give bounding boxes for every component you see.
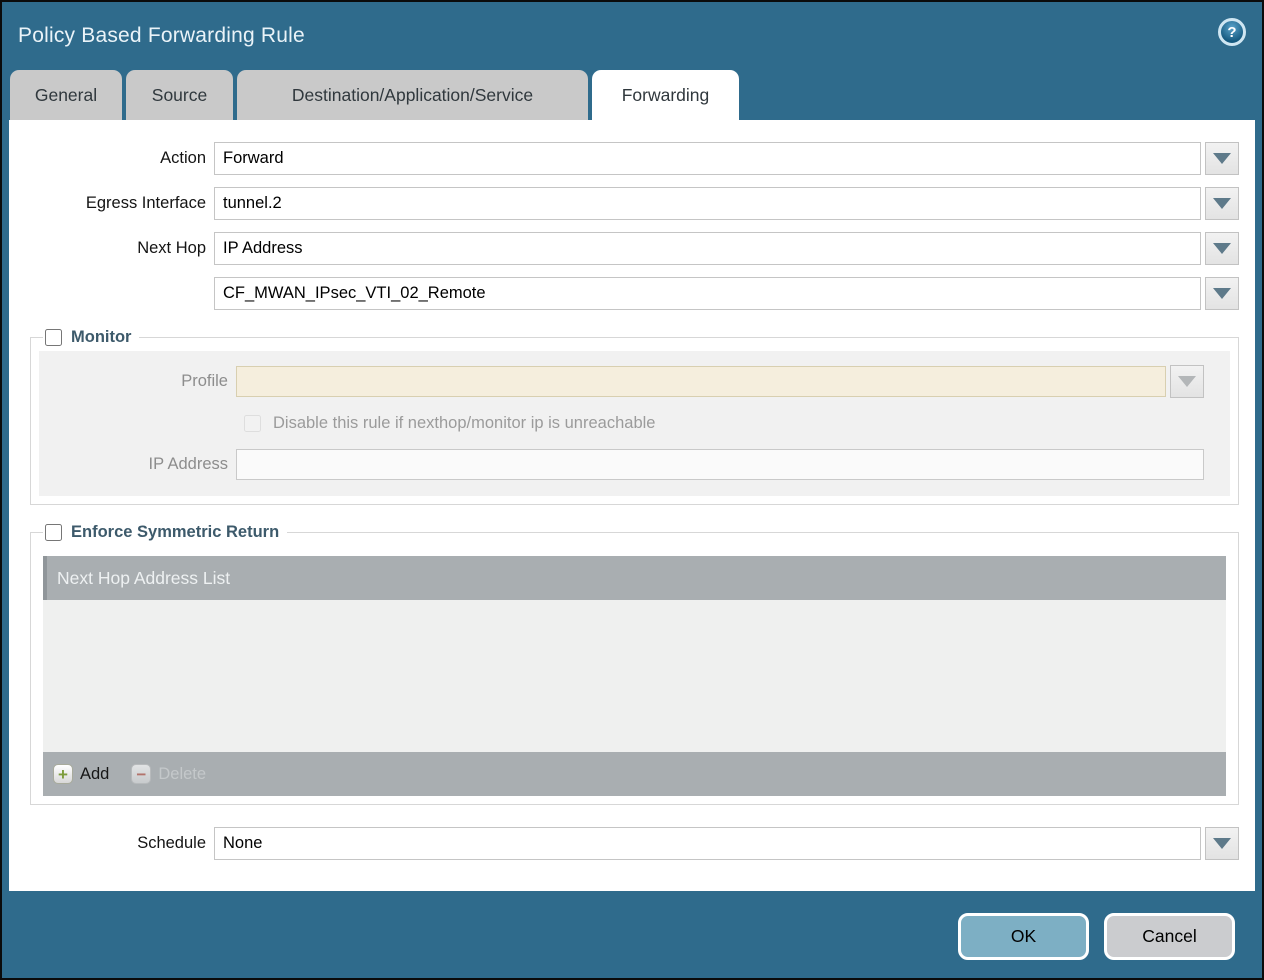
monitor-group: Monitor Profile Disable this rule if nex…	[30, 328, 1239, 505]
table-footer: + Add − Delete	[43, 752, 1226, 796]
cancel-button[interactable]: Cancel	[1104, 913, 1235, 960]
ok-button[interactable]: OK	[958, 913, 1089, 960]
next-hop-address-table: Next Hop Address List + Add − Delete	[43, 556, 1226, 796]
add-button[interactable]: + Add	[53, 764, 109, 784]
delete-button: − Delete	[131, 764, 206, 784]
table-body-empty[interactable]	[43, 600, 1226, 752]
egress-interface-input[interactable]	[214, 187, 1201, 220]
chevron-down-icon	[1213, 288, 1231, 299]
policy-based-forwarding-rule-dialog: Policy Based Forwarding Rule ? General S…	[0, 0, 1264, 980]
help-icon[interactable]: ?	[1218, 18, 1246, 46]
disable-rule-checkbox	[244, 415, 261, 432]
profile-input	[236, 366, 1166, 397]
dialog-titlebar: Policy Based Forwarding Rule ?	[2, 2, 1262, 70]
action-row: Action	[9, 142, 1255, 175]
monitor-checkbox[interactable]	[45, 329, 62, 346]
next-hop-address-dropdown-button[interactable]	[1205, 277, 1239, 310]
plus-icon: +	[53, 764, 73, 784]
dialog-footer: OK Cancel	[2, 891, 1262, 978]
disable-rule-label: Disable this rule if nexthop/monitor ip …	[273, 414, 655, 433]
next-hop-label: Next Hop	[9, 239, 214, 258]
tab-source[interactable]: Source	[126, 70, 233, 120]
forwarding-tab-panel: Action Egress Interface Next Hop	[9, 120, 1255, 891]
tab-general[interactable]: General	[10, 70, 122, 120]
next-hop-address-input[interactable]	[214, 277, 1201, 310]
chevron-down-icon	[1213, 243, 1231, 254]
monitor-ip-row: IP Address	[39, 449, 1220, 480]
action-label: Action	[9, 149, 214, 168]
schedule-dropdown-button[interactable]	[1205, 827, 1239, 860]
next-hop-type-input[interactable]	[214, 232, 1201, 265]
monitor-panel: Profile Disable this rule if nexthop/mon…	[39, 351, 1230, 496]
egress-interface-label: Egress Interface	[9, 194, 214, 213]
tab-destination-application-service[interactable]: Destination/Application/Service	[237, 70, 588, 120]
enforce-symmetric-return-checkbox[interactable]	[45, 524, 62, 541]
schedule-label: Schedule	[9, 834, 214, 853]
profile-row: Profile	[39, 365, 1220, 398]
enforce-symmetric-return-group: Enforce Symmetric Return Next Hop Addres…	[30, 523, 1239, 805]
next-hop-address-row	[9, 277, 1255, 310]
table-header: Next Hop Address List	[43, 556, 1226, 600]
egress-interface-dropdown-button[interactable]	[1205, 187, 1239, 220]
tab-bar: General Source Destination/Application/S…	[2, 70, 1262, 120]
schedule-row: Schedule	[9, 827, 1255, 860]
monitor-ip-input	[236, 449, 1204, 480]
enforce-symmetric-return-legend: Enforce Symmetric Return	[71, 523, 279, 542]
monitor-legend: Monitor	[71, 328, 131, 347]
add-button-label: Add	[80, 765, 109, 784]
chevron-down-icon	[1213, 198, 1231, 209]
minus-icon: −	[131, 764, 151, 784]
disable-rule-row: Disable this rule if nexthop/monitor ip …	[244, 414, 1220, 433]
action-input[interactable]	[214, 142, 1201, 175]
profile-label: Profile	[39, 372, 236, 391]
profile-dropdown-button	[1170, 365, 1204, 398]
chevron-down-icon	[1178, 376, 1196, 387]
next-hop-row: Next Hop	[9, 232, 1255, 265]
tab-forwarding[interactable]: Forwarding	[592, 70, 739, 120]
action-dropdown-button[interactable]	[1205, 142, 1239, 175]
table-header-label: Next Hop Address List	[57, 568, 230, 589]
egress-interface-row: Egress Interface	[9, 187, 1255, 220]
chevron-down-icon	[1213, 838, 1231, 849]
schedule-input[interactable]	[214, 827, 1201, 860]
chevron-down-icon	[1213, 153, 1231, 164]
next-hop-dropdown-button[interactable]	[1205, 232, 1239, 265]
delete-button-label: Delete	[158, 765, 206, 784]
dialog-title: Policy Based Forwarding Rule	[18, 24, 305, 48]
monitor-ip-label: IP Address	[39, 455, 236, 474]
